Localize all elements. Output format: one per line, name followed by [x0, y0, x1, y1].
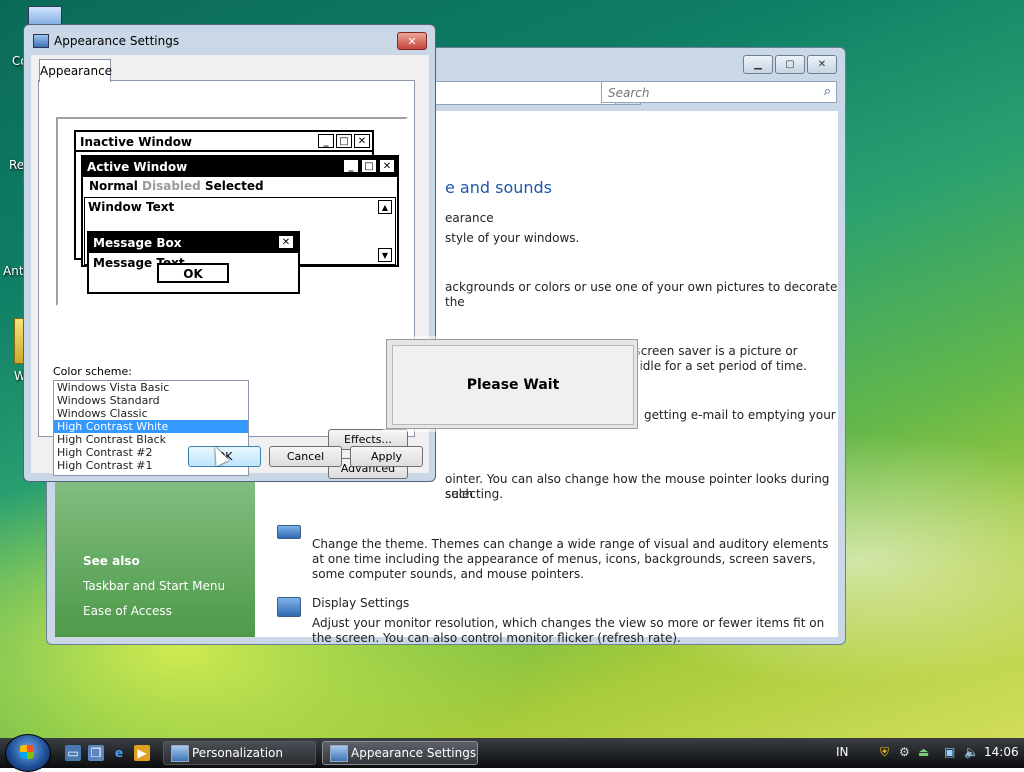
sounds-desc: getting e-mail to emptying your [644, 408, 836, 422]
appearance-settings-dialog: Appearance Settings ✕ Appearance Inactiv… [23, 24, 436, 482]
menu-selected: Selected [205, 179, 264, 193]
appearance-desc: style of your windows. [445, 231, 580, 245]
close-icon: ✕ [817, 59, 827, 70]
taskbar: ▭ ❐ e ▶ Personalization Appearance Setti… [0, 734, 1024, 772]
display-settings-link[interactable]: Display Settings [312, 596, 409, 611]
see-also-ease-of-access-link[interactable]: Ease of Access [83, 604, 172, 618]
safely-remove-icon[interactable]: ⏏ [918, 745, 929, 759]
apply-button[interactable]: Apply [350, 446, 423, 467]
cancel-button[interactable]: Cancel [269, 446, 342, 467]
desktop-background-desc: ackgrounds or colors or use one of your … [445, 280, 838, 309]
see-also-heading: See also [83, 554, 140, 568]
menu-disabled: Disabled [142, 179, 201, 193]
network-icon[interactable]: ▣ [944, 745, 955, 759]
inactive-window-title: Inactive Window [80, 135, 193, 149]
active-window-title: Active Window [87, 160, 188, 174]
address-bar[interactable]: ▼ [417, 81, 617, 105]
window-controls: ▁ ▢ ✕ [743, 55, 837, 74]
theme-icon [277, 525, 301, 539]
inactive-minimize-icon: _ [318, 134, 334, 148]
inactive-window-titlebar: Inactive Window _ □ ✕ [76, 132, 372, 152]
theme-desc: Change the theme. Themes can change a wi… [312, 537, 829, 581]
see-also-taskbar-link[interactable]: Taskbar and Start Menu [83, 579, 225, 593]
search-box[interactable]: ⌕ [601, 81, 837, 103]
dialog-title: Appearance Settings [54, 34, 180, 48]
message-box-titlebar: Message Box ✕ [89, 233, 298, 253]
start-button[interactable] [5, 734, 51, 772]
minimize-icon: ▁ [754, 59, 762, 70]
appearance-tab-panel: Inactive Window _ □ ✕ Active Window _ □ … [38, 80, 415, 479]
color-scheme-preview: Inactive Window _ □ ✕ Active Window _ □ … [56, 117, 408, 306]
preview-ok-button: OK [157, 263, 229, 283]
color-scheme-option[interactable]: Windows Vista Basic [54, 381, 248, 394]
appearance-link[interactable]: earance [445, 211, 494, 226]
desktop-icon-recycle-label[interactable]: Re [9, 158, 24, 172]
search-icon[interactable]: ⌕ [824, 84, 831, 99]
color-scheme-option[interactable]: Windows Standard [54, 394, 248, 407]
scroll-down-icon: ▼ [378, 248, 392, 262]
display-settings-icon [277, 597, 301, 617]
appearance-icon [33, 34, 49, 48]
desktop-icon-antivirus-label[interactable]: Ant [3, 264, 24, 278]
active-maximize-icon: □ [361, 159, 377, 173]
taskbar-item-personalization[interactable]: Personalization [163, 741, 316, 765]
message-box-close-icon: ✕ [278, 235, 294, 249]
dialog-body: Appearance Inactive Window _ □ ✕ Active … [31, 55, 429, 479]
close-button[interactable]: ✕ [807, 55, 837, 74]
maximize-icon: ▢ [785, 59, 795, 70]
display-settings-desc: Adjust your monitor resolution, which ch… [312, 616, 825, 645]
maximize-button[interactable]: ▢ [775, 55, 805, 74]
personalization-icon [171, 745, 189, 762]
taskbar-item-label: Appearance Settings [351, 746, 477, 760]
mouse-pointers-desc-2: selecting. [445, 487, 504, 501]
security-shield-icon[interactable]: ⛨ [880, 745, 889, 760]
color-scheme-label: Color scheme: [53, 365, 132, 378]
inactive-maximize-icon: □ [336, 134, 352, 148]
windows-logo-icon [20, 745, 34, 759]
active-minimize-icon: _ [343, 159, 359, 173]
scroll-up-icon: ▲ [378, 200, 392, 214]
mouse-pointers-desc-1: ointer. You can also change how the mous… [445, 472, 830, 501]
appearance-settings-icon [330, 745, 348, 762]
minimize-button[interactable]: ▁ [743, 55, 773, 74]
dialog-close-button[interactable]: ✕ [397, 32, 427, 50]
section-title: e and sounds [445, 178, 553, 197]
color-scheme-option[interactable]: Windows Classic [54, 407, 248, 420]
inactive-close-icon: ✕ [354, 134, 370, 148]
preview-message-box: Message Box ✕ Message Text OK [87, 231, 300, 294]
internet-explorer-icon[interactable]: e [111, 745, 127, 761]
tab-appearance[interactable]: Appearance [39, 59, 112, 82]
close-icon: ✕ [407, 34, 417, 48]
active-close-icon: ✕ [379, 159, 395, 173]
color-scheme-option-selected[interactable]: High Contrast White [54, 420, 248, 433]
taskbar-item-label: Personalization [192, 746, 283, 760]
show-desktop-icon[interactable]: ▭ [65, 745, 81, 761]
message-box-title: Message Box [93, 236, 182, 250]
please-wait-dialog: Please Wait [386, 339, 638, 429]
active-window-titlebar: Active Window _ □ ✕ [83, 157, 397, 177]
tray-app-icon[interactable]: ⚙ [899, 745, 910, 759]
please-wait-text: Please Wait [392, 345, 634, 425]
volume-icon[interactable]: 🔈 [964, 745, 979, 759]
taskbar-item-appearance-settings[interactable]: Appearance Settings [322, 741, 478, 765]
window-text: Window Text [88, 200, 175, 214]
search-input[interactable] [606, 83, 810, 103]
language-indicator[interactable]: IN [836, 745, 849, 759]
media-player-icon[interactable]: ▶ [134, 745, 150, 761]
switch-windows-icon[interactable]: ❐ [88, 745, 104, 761]
menu-normal: Normal [89, 179, 138, 193]
clock[interactable]: 14:06 [984, 745, 1019, 759]
